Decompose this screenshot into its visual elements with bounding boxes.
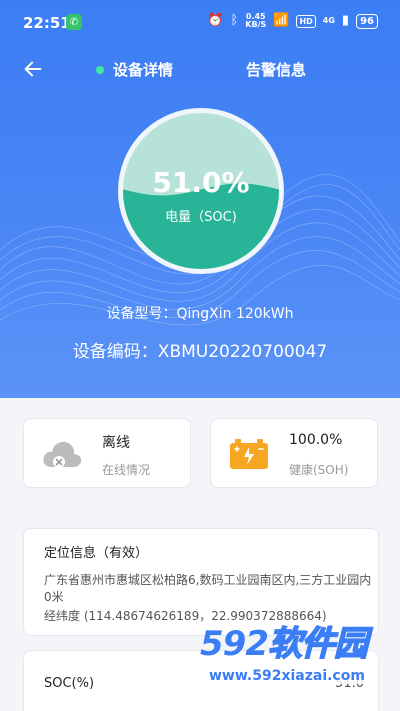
- status-time: 22:51: [23, 14, 71, 32]
- watermark-digits: 592: [200, 624, 269, 664]
- network-speed: 0.45 KB/S: [245, 13, 266, 29]
- device-hero: 22:51 ✆ ⏰ ᛒ 0.45 KB/S 📶 HD 4G ▮ 96 设备详情 …: [0, 0, 400, 398]
- health-card[interactable]: 100.0% 健康(SOH): [210, 418, 378, 488]
- soc-gauge-value: 51.0%: [152, 166, 250, 199]
- online-status-card[interactable]: 离线 在线情况: [23, 418, 191, 488]
- watermark-brand: 592软件园: [200, 616, 369, 665]
- call-icon: ✆: [66, 14, 82, 30]
- online-status-value: 离线: [102, 435, 130, 451]
- watermark-brand-text: 软件园: [267, 623, 369, 665]
- health-value: 100.0%: [289, 432, 343, 448]
- bluetooth-icon: ᛒ: [230, 13, 239, 28]
- status-bar: 22:51 ✆ ⏰ ᛒ 0.45 KB/S 📶 HD 4G ▮ 96: [0, 0, 400, 44]
- device-model: 设备型号：QingXin 120kWh: [106, 306, 294, 322]
- wifi-icon: 📶: [273, 13, 290, 28]
- site-watermark: 592软件园 www.592xiazai.com: [192, 614, 400, 711]
- soc-gauge: 51.0% 电量（SOC): [118, 108, 284, 274]
- location-title: 定位信息（有效）: [44, 546, 149, 561]
- nav-bar: 设备详情 告警信息: [0, 50, 400, 90]
- soc-label: SOC(%): [44, 676, 95, 691]
- watermark-url: www.592xiazai.com: [206, 668, 368, 684]
- battery-icon: 96: [356, 13, 378, 29]
- active-tab-dot: [96, 65, 104, 74]
- net-speed-unit: KB/S: [245, 20, 267, 29]
- tab-device-detail[interactable]: 设备详情: [96, 59, 173, 80]
- signal-icon: ▮: [341, 13, 350, 28]
- hd-badge: HD: [296, 14, 316, 28]
- signal-label: 4G: [322, 16, 335, 25]
- health-caption: 健康(SOH): [289, 463, 349, 477]
- battery-health-icon: [230, 439, 268, 469]
- cloud-offline-icon: [43, 441, 82, 468]
- alarm-off-icon: ⏰: [207, 13, 224, 28]
- location-address: 广东省惠州市惠城区松柏路6,数码工业园南区内,三方工业园内0米: [44, 573, 372, 604]
- back-arrow-icon[interactable]: [22, 58, 44, 80]
- tab-device-detail-label: 设备详情: [113, 61, 174, 79]
- tab-alarm-info[interactable]: 告警信息: [246, 59, 306, 80]
- online-status-caption: 在线情况: [102, 463, 151, 477]
- soc-gauge-label: 电量（SOC): [165, 210, 237, 225]
- device-code: 设备编码：XBMU20220700047: [72, 342, 328, 362]
